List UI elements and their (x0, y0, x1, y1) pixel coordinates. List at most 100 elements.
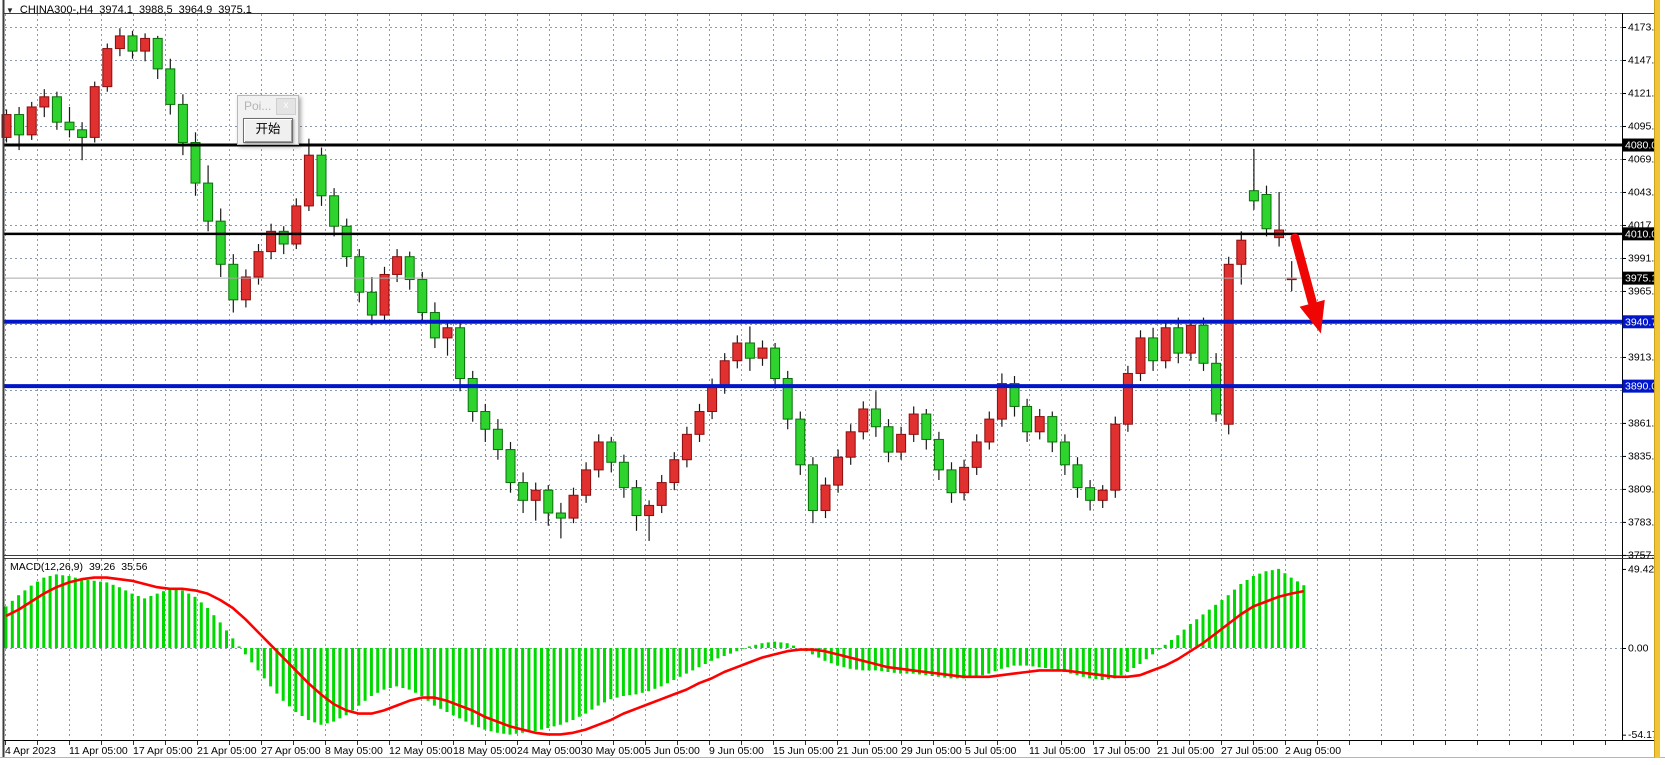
candle (745, 326, 754, 370)
down-arrow-annotation[interactable] (1295, 238, 1325, 334)
close-icon[interactable]: x (276, 98, 296, 115)
candle (758, 340, 767, 365)
candle-body (960, 467, 969, 492)
candle-body (846, 432, 855, 457)
time-label: 27 Jul 05:00 (1221, 745, 1278, 757)
time-label: 21 Jun 05:00 (837, 745, 898, 757)
macd-name: MACD(12,26,9) (10, 561, 83, 573)
candle (78, 122, 87, 160)
start-button[interactable]: 开始 (243, 118, 293, 143)
candle-body (909, 414, 918, 434)
price-badge-label: 3975.1 (1625, 273, 1657, 285)
candle-body (342, 226, 351, 256)
candle-body (670, 460, 679, 483)
candle (153, 36, 162, 79)
candle-body (871, 409, 880, 427)
candle (884, 419, 893, 462)
candle (115, 28, 124, 56)
time-label: 17 Jul 05:00 (1093, 745, 1150, 757)
candle-body (1111, 424, 1120, 490)
candle-body (15, 115, 24, 135)
candle-body (897, 434, 906, 452)
candle-body (229, 264, 238, 300)
candle (393, 249, 402, 282)
candle-body (178, 104, 187, 142)
candle-body (153, 38, 162, 68)
symbol-dropdown-icon[interactable]: ▼ (6, 6, 14, 15)
candle-body (708, 386, 717, 411)
time-label: 5 Jul 05:00 (965, 745, 1017, 757)
candle (821, 477, 830, 518)
ohlc-high: 3988.5 (139, 4, 173, 16)
price-badge-label: 4080.0 (1625, 140, 1657, 152)
time-label: 30 May 05:00 (581, 745, 645, 757)
candle-body (204, 183, 213, 221)
arrow-shaft (1295, 238, 1312, 302)
candle-body (355, 257, 364, 293)
candle (279, 226, 288, 254)
candle (1237, 231, 1246, 284)
candle-body (1262, 195, 1271, 229)
candle (267, 224, 276, 260)
price-badge: 3975.1 (1623, 272, 1658, 285)
ohlc-open: 3974.1 (99, 4, 133, 16)
candle-body (216, 221, 225, 264)
candle (27, 102, 36, 140)
horizontal-levels (4, 145, 1622, 386)
candle-body (972, 442, 981, 467)
candle (657, 475, 666, 513)
time-label: 17 Apr 05:00 (133, 745, 193, 757)
point-dialog: Poi... x 开始 (237, 95, 299, 145)
candle (481, 404, 490, 442)
candle-body (582, 470, 591, 495)
candle-body (544, 490, 553, 513)
candle (1035, 409, 1044, 439)
price-badge: 4080.0 (1623, 139, 1658, 152)
candle (859, 401, 868, 439)
candle-body (1249, 191, 1258, 201)
ohlc-close: 3975.1 (218, 4, 252, 16)
candle-body (304, 155, 313, 206)
candle-body (1023, 406, 1032, 431)
candle (216, 208, 225, 277)
candle (65, 107, 74, 137)
candle (796, 412, 805, 475)
candle (985, 412, 994, 450)
candle (871, 391, 880, 437)
candle-body (380, 274, 389, 315)
symbol-period-label: CHINA300-,H4 (20, 4, 93, 16)
candle-body (393, 257, 402, 275)
macd-indicator-label: MACD(12,26,9) 39.26 35.56 (10, 561, 148, 573)
candle (947, 462, 956, 503)
chart-title: ▼ CHINA300-,H4 3974.1 3988.5 3964.9 3975… (6, 3, 252, 17)
time-label: 27 Apr 05:00 (261, 745, 321, 757)
candle-body (594, 442, 603, 470)
candle (1136, 330, 1145, 381)
candle (897, 427, 906, 460)
candle-body (1073, 465, 1082, 488)
candle (582, 462, 591, 503)
candle-body (367, 292, 376, 315)
candle (619, 455, 628, 498)
candle (808, 457, 817, 523)
time-label: 12 May 05:00 (389, 745, 453, 757)
candle (468, 371, 477, 422)
candle (241, 269, 250, 307)
candle-body (1212, 363, 1221, 414)
candle-body (657, 483, 666, 506)
ohlc-low: 3964.9 (179, 4, 213, 16)
candle-body (456, 328, 465, 379)
candle-body (859, 409, 868, 432)
time-label: 29 Jun 05:00 (901, 745, 962, 757)
candle (1262, 186, 1271, 237)
candle-body (65, 122, 74, 130)
candle-body (128, 36, 137, 51)
candle-body (1237, 240, 1246, 264)
candle-body (607, 442, 616, 462)
candle (141, 33, 150, 61)
time-label: 4 Apr 2023 (5, 745, 56, 757)
candle-body (922, 414, 931, 439)
macd-indicator (6, 569, 1304, 735)
time-axis[interactable]: 4 Apr 202311 Apr 05:0017 Apr 05:0021 Apr… (5, 741, 1606, 757)
candle (430, 302, 439, 348)
